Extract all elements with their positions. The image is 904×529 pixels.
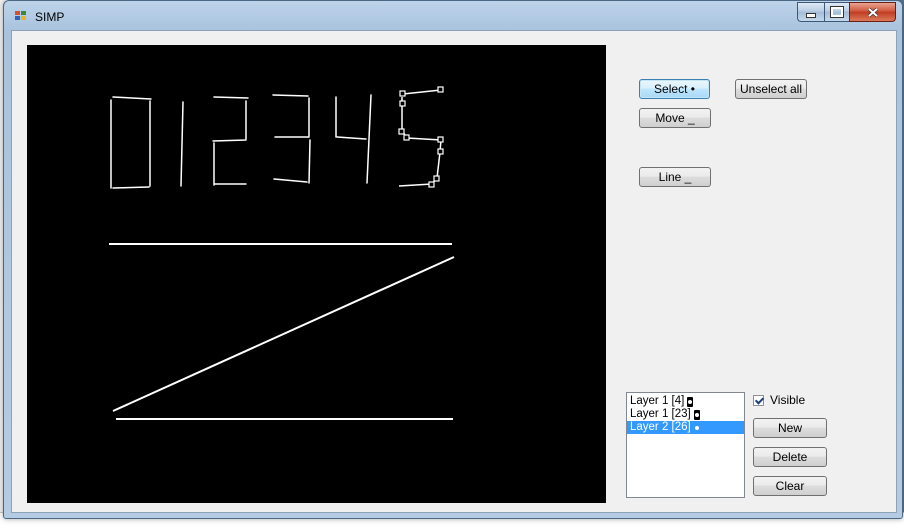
visible-checkbox-group[interactable]: Visible xyxy=(753,393,805,407)
layer-label: Layer 1 [4] xyxy=(630,395,685,407)
minimize-icon xyxy=(806,12,816,18)
stroke-digit-4 xyxy=(335,94,372,184)
line-button[interactable]: Line _ xyxy=(639,167,711,187)
layer-color-swatch xyxy=(687,396,694,407)
layer-list-item[interactable]: Layer 1 [4] xyxy=(627,395,744,408)
layer-label: Layer 1 [23] xyxy=(630,408,691,420)
stroke-digit-0 xyxy=(110,96,152,189)
maximize-button[interactable] xyxy=(824,2,849,22)
maximize-icon xyxy=(830,6,844,18)
clear-layer-button[interactable]: Clear xyxy=(753,476,827,496)
z-shape xyxy=(109,243,455,420)
layer-list-item[interactable]: Layer 1 [23] xyxy=(627,408,744,421)
app-icon[interactable] xyxy=(15,11,28,22)
unselect-all-button[interactable]: Unselect all xyxy=(735,79,807,99)
stroke-digit-3 xyxy=(272,94,311,184)
visible-checkbox[interactable] xyxy=(753,394,764,406)
delete-layer-button[interactable]: Delete xyxy=(753,447,827,467)
select-button[interactable]: Select • xyxy=(639,79,710,99)
window-title: SIMP xyxy=(35,10,65,24)
layer-list[interactable]: Layer 1 [4] Layer 1 [23] Layer 2 [26] xyxy=(626,392,745,498)
title-bar[interactable]: SIMP xyxy=(4,1,902,31)
selection-handles xyxy=(398,86,444,188)
visible-label: Visible xyxy=(770,393,806,407)
minimize-button[interactable] xyxy=(797,2,824,22)
layer-label: Layer 2 [26] xyxy=(630,421,691,433)
move-button[interactable]: Move _ xyxy=(639,108,711,128)
layer-color-swatch xyxy=(693,409,700,420)
new-layer-button[interactable]: New xyxy=(753,418,827,438)
close-icon xyxy=(867,7,878,17)
stroke-digit-2 xyxy=(212,96,249,186)
layer-list-item-selected[interactable]: Layer 2 [26] xyxy=(627,421,744,434)
canvas-drawing xyxy=(109,86,455,420)
caption-buttons xyxy=(797,2,896,22)
layer-color-swatch xyxy=(693,422,700,433)
client-area: Select • Unselect all Move _ Line _ Laye… xyxy=(11,30,897,513)
drawing-canvas[interactable] xyxy=(27,45,606,503)
close-button[interactable] xyxy=(849,2,896,22)
main-window: SIMP Select • Unselect all Move _ Line _… xyxy=(3,0,903,519)
stroke-digit-1 xyxy=(180,101,184,187)
